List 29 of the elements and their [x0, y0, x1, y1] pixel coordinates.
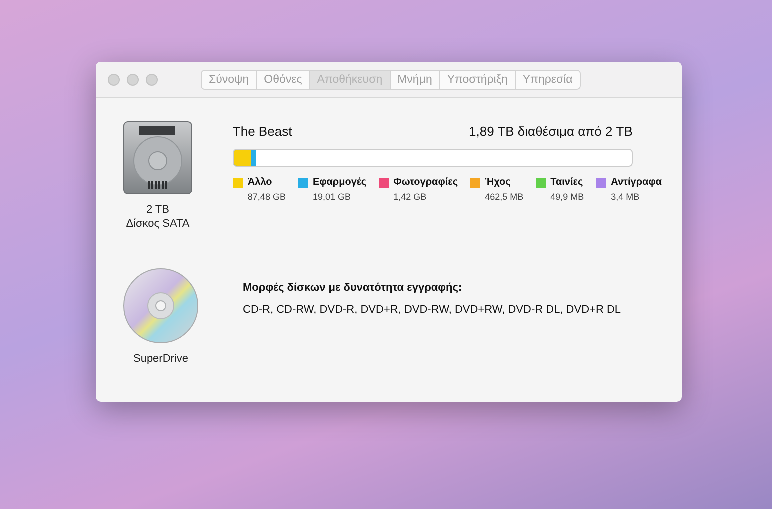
legend-label: Αντίγραφα: [611, 177, 662, 188]
legend-size: 1,42 GB: [394, 192, 428, 202]
tab[interactable]: Σύνοψη: [202, 70, 258, 88]
volume-name: The Beast: [232, 124, 292, 139]
legend-label: Άλλο: [248, 177, 272, 188]
legend-label: Ταινίες: [550, 177, 584, 188]
formats-list: CD-R, CD-RW, DVD-R, DVD+R, DVD-RW, DVD+RW, DVD-R DL, DVD+R DL: [243, 304, 662, 316]
device-caption: 2 TB: [146, 203, 170, 217]
minimize-button[interactable]: [127, 74, 139, 86]
legend-size: 87,48 GB: [248, 192, 286, 202]
zoom-button[interactable]: [146, 74, 158, 86]
tab[interactable]: Υποστήριξη: [440, 70, 516, 88]
legend-label: Ήχος: [485, 177, 511, 188]
capacity-text: 1,89 TB διαθέσιμα από 2 TB: [469, 124, 633, 139]
legend-label: Φωτογραφίες: [394, 177, 458, 188]
hard-drive-icon: [122, 121, 193, 195]
legend-size: 462,5 MB: [485, 192, 524, 202]
legend-size: 19,01 GB: [312, 192, 352, 202]
device-caption: Δίσκος SATA: [126, 217, 190, 231]
optical-disc-icon: [123, 268, 199, 344]
tab[interactable]: Υπηρεσία: [516, 70, 580, 88]
formats-heading: Μορφές δίσκων με δυνατότητα εγγραφής:: [243, 282, 464, 294]
legend-label: Εφαρμογές: [312, 177, 367, 188]
legend-size: 49,9 MB: [550, 192, 584, 202]
legend-size: 3,4 MB: [611, 192, 641, 202]
tab[interactable]: Μνήμη: [390, 70, 440, 88]
device-caption: SuperDrive: [133, 352, 189, 366]
close-button[interactable]: [108, 74, 120, 86]
tab[interactable]: Οθόνες: [257, 70, 310, 88]
